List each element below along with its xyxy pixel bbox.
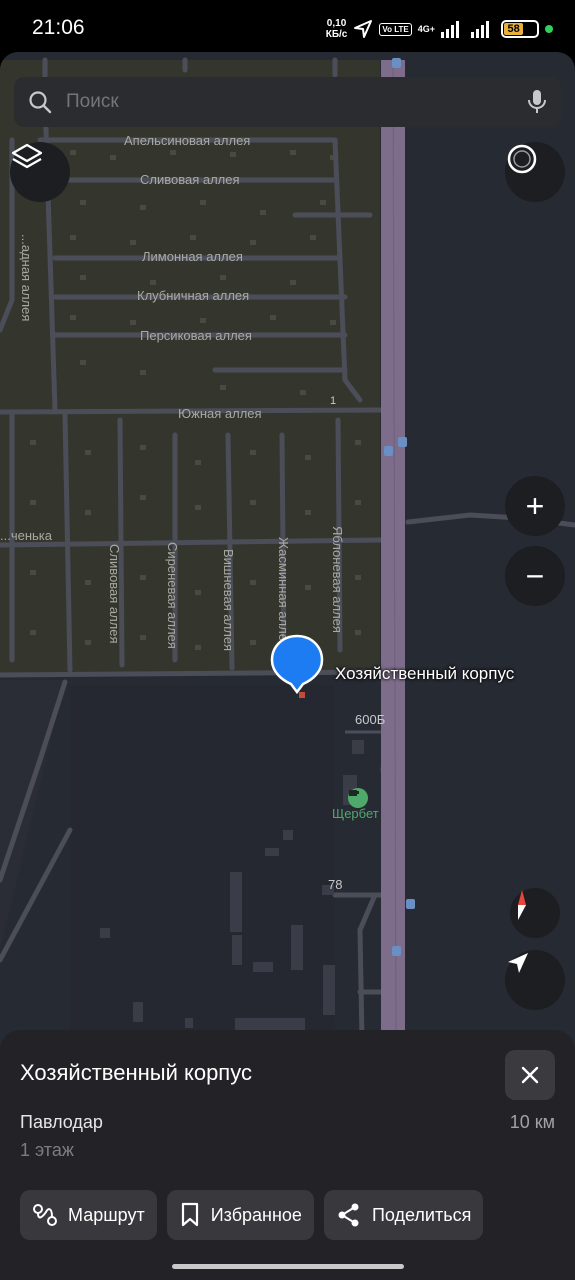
location-pin-icon[interactable] [270, 634, 324, 698]
home-indicator[interactable] [172, 1264, 404, 1269]
street-label-vertical: ...адная аллея [19, 234, 34, 322]
layers-button[interactable] [10, 142, 70, 202]
pin-label[interactable]: Хозяйственный корпус [335, 664, 514, 684]
active-dot [545, 25, 553, 33]
house-number: 600Б [355, 712, 386, 727]
signal-icon [441, 21, 459, 38]
street-label-vertical: Вишневая аллея [221, 549, 236, 652]
place-card: Хозяйственный корпус Павлодар 10 км 1 эт… [0, 1030, 575, 1280]
search-input[interactable] [66, 91, 527, 113]
map-view[interactable]: Апельсиновая аллея Сливовая аллея Лимонн… [0, 52, 575, 1052]
bookmark-icon [181, 1202, 198, 1227]
favorite-label: Избранное [210, 1204, 302, 1225]
poi-name[interactable]: Щербет [332, 806, 379, 821]
profile-ring-icon [507, 144, 537, 174]
favorite-button[interactable]: Избранное [166, 1190, 314, 1240]
minus-icon: − [525, 558, 545, 594]
street-label-vertical: Жасминная аллея [276, 537, 291, 648]
house-number: 78 [328, 877, 343, 892]
place-floor: 1 этаж [20, 1140, 74, 1160]
battery-icon: 58 [501, 20, 539, 38]
place-title: Хозяйственный корпус [20, 1060, 252, 1085]
search-icon [29, 91, 52, 114]
action-bar: Маршрут Избранное Поделиться [20, 1190, 484, 1240]
street-label: ...ченька [0, 528, 52, 543]
share-label: Поделиться [371, 1204, 472, 1225]
share-icon [338, 1203, 359, 1227]
street-label-vertical: Яблоневая аллея [330, 526, 345, 633]
place-distance: 10 км [509, 1112, 555, 1132]
profile-button[interactable] [505, 142, 565, 202]
close-button[interactable] [505, 1050, 555, 1100]
route-button[interactable]: Маршрут [20, 1190, 157, 1240]
compass-icon [518, 890, 526, 920]
close-icon [521, 1066, 539, 1084]
volte-badge: Vo LTE [379, 22, 412, 36]
zoom-out-button[interactable]: − [505, 546, 565, 606]
plus-icon: + [525, 488, 545, 524]
zoom-in-button[interactable]: + [505, 476, 565, 536]
network-speed: 0,10 КБ/с [325, 18, 348, 40]
share-button[interactable]: Поделиться [323, 1190, 484, 1240]
route-label: Маршрут [68, 1204, 145, 1225]
signal-icon-2 [471, 21, 489, 38]
compass-button[interactable] [510, 888, 560, 938]
street-label: Южная аллея [178, 406, 262, 421]
place-city: Павлодар [20, 1112, 103, 1132]
street-label: Апельсиновая аллея [124, 133, 251, 148]
locate-button[interactable] [505, 950, 565, 1010]
search-bar[interactable] [14, 77, 561, 127]
status-time: 21:06 [32, 16, 85, 39]
battery-level: 58 [504, 23, 524, 35]
house-number: 1 [330, 395, 337, 407]
route-icon [33, 1204, 57, 1226]
layers-icon [11, 143, 43, 169]
street-label: Лимонная аллея [142, 249, 243, 264]
status-bar: 21:06 0,10 КБ/с Vo LTE 4G+ 58 [0, 0, 575, 56]
mic-icon[interactable] [527, 89, 547, 115]
street-label-vertical: Сиреневая аллея [165, 542, 180, 649]
network-type: 4G+ [417, 24, 435, 34]
street-label: Персиковая аллея [140, 328, 252, 343]
cafe-icon[interactable] [348, 788, 368, 808]
street-label-vertical: Сливовая аллея [107, 544, 122, 644]
location-arrow-icon [354, 20, 373, 38]
locate-arrow-icon [508, 953, 528, 973]
street-label: Клубничная аллея [137, 288, 250, 303]
street-label: Сливовая аллея [140, 172, 240, 187]
status-icons: 0,10 КБ/с Vo LTE 4G+ 58 [326, 14, 553, 44]
